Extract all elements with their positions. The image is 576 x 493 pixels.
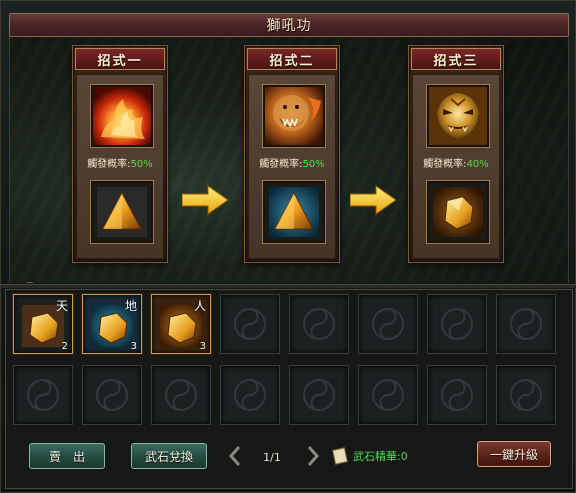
scroll-knob-icon[interactable]: [19, 281, 41, 283]
skill-card-3-header: 招式三: [411, 48, 501, 70]
skill-card-1-header: 招式一: [75, 48, 165, 70]
inventory-slot-empty[interactable]: [358, 365, 418, 425]
skill-card-1-title: 招式一: [97, 53, 143, 69]
slot-count: 2: [61, 341, 68, 352]
skill-card-2-body: 觸發概率:50%: [248, 74, 336, 259]
golden-pyramid-stone-icon[interactable]: [263, 181, 325, 243]
yin-yang-icon: [441, 308, 473, 340]
slot-tag: 地: [124, 299, 137, 313]
inventory-slot-empty[interactable]: [151, 365, 211, 425]
inventory-slot-1[interactable]: 天 2: [13, 294, 73, 354]
yin-yang-icon: [441, 379, 473, 411]
yin-yang-icon: [234, 379, 266, 411]
sell-button[interactable]: 賣 出: [29, 443, 105, 469]
stage-arrow-icon: [182, 185, 228, 215]
one-click-upgrade-button[interactable]: 一鍵升級: [477, 441, 551, 467]
yin-yang-icon: [372, 379, 404, 411]
inventory-slot-2[interactable]: 地 3: [82, 294, 142, 354]
inventory-slot-empty[interactable]: [82, 365, 142, 425]
trigger-rate-value: 50%: [130, 159, 153, 170]
page-indicator: 1/1: [263, 451, 281, 464]
inventory-slot-empty[interactable]: [496, 294, 556, 354]
flame-burst-icon[interactable]: [91, 85, 153, 147]
inventory-slot-empty[interactable]: [13, 365, 73, 425]
previous-page-icon[interactable]: [227, 445, 243, 467]
skill-card-3-rate: 觸發概率:40%: [413, 155, 499, 170]
panel-divider: [1, 284, 576, 288]
skill-card-3: 招式三 觸發概率:40%: [408, 45, 504, 263]
inventory-slot-empty[interactable]: [289, 365, 349, 425]
scroll-icon: [332, 447, 348, 465]
yin-yang-icon: [234, 308, 266, 340]
window-title-bar: 獅吼功: [9, 13, 569, 37]
skill-card-1: 招式一 觸發概率:50%: [72, 45, 168, 263]
window-title: 獅吼功: [266, 18, 312, 34]
trigger-rate-value: 40%: [466, 159, 489, 170]
skill-upgrade-window: 獅吼功 招式一 觸發概率:50% 招式二 觸發概率:50% 招式三 觸發概率:4…: [0, 0, 576, 493]
yin-yang-icon: [27, 379, 59, 411]
yin-yang-icon: [303, 308, 335, 340]
stone-essence-value: 武石精華:0: [353, 450, 408, 463]
skill-card-2-title: 招式二: [269, 53, 315, 69]
stone-exchange-button[interactable]: 武石兌換: [131, 443, 207, 469]
slot-tag: 人: [193, 299, 206, 313]
skill-card-3-title: 招式三: [433, 53, 479, 69]
gold-ore-stone-icon[interactable]: [427, 181, 489, 243]
inventory-slot-empty[interactable]: [220, 365, 280, 425]
yin-yang-icon: [96, 379, 128, 411]
slot-count: 3: [130, 341, 137, 352]
skill-card-1-rate: 觸發概率:50%: [77, 155, 163, 170]
golden-demon-face-icon[interactable]: [427, 85, 489, 147]
skill-card-2: 招式二 觸發概率:50%: [244, 45, 340, 263]
yin-yang-icon: [165, 379, 197, 411]
slot-count: 3: [199, 341, 206, 352]
skill-card-2-rate: 觸發概率:50%: [249, 155, 335, 170]
trigger-rate-label: 觸發概率:: [423, 159, 467, 170]
skill-card-2-header: 招式二: [247, 48, 337, 70]
trigger-rate-label: 觸發概率:: [259, 159, 303, 170]
skill-card-1-body: 觸發概率:50%: [76, 74, 164, 259]
trigger-rate-label: 觸發概率:: [87, 159, 131, 170]
slot-tag: 天: [55, 299, 68, 313]
yin-yang-icon: [303, 379, 335, 411]
inventory-slot-empty[interactable]: [427, 294, 487, 354]
inventory-slot-3[interactable]: 人 3: [151, 294, 211, 354]
trigger-rate-value: 50%: [302, 159, 325, 170]
inventory-slot-empty[interactable]: [496, 365, 556, 425]
roaring-lion-icon[interactable]: [263, 85, 325, 147]
stone-essence: 武石精華:0: [331, 446, 408, 466]
inventory-slot-empty[interactable]: [220, 294, 280, 354]
yin-yang-icon: [510, 308, 542, 340]
golden-pyramid-stone-icon[interactable]: [91, 181, 153, 243]
next-page-icon[interactable]: [305, 445, 321, 467]
inventory-slot-empty[interactable]: [358, 294, 418, 354]
skill-card-3-body: 觸發概率:40%: [412, 74, 500, 259]
yin-yang-icon: [510, 379, 542, 411]
inventory-slot-empty[interactable]: [289, 294, 349, 354]
inventory-slot-empty[interactable]: [427, 365, 487, 425]
yin-yang-icon: [372, 308, 404, 340]
stage-arrow-icon: [350, 185, 396, 215]
skill-stages-panel: 招式一 觸發概率:50% 招式二 觸發概率:50% 招式三 觸發概率:40%: [9, 37, 569, 283]
